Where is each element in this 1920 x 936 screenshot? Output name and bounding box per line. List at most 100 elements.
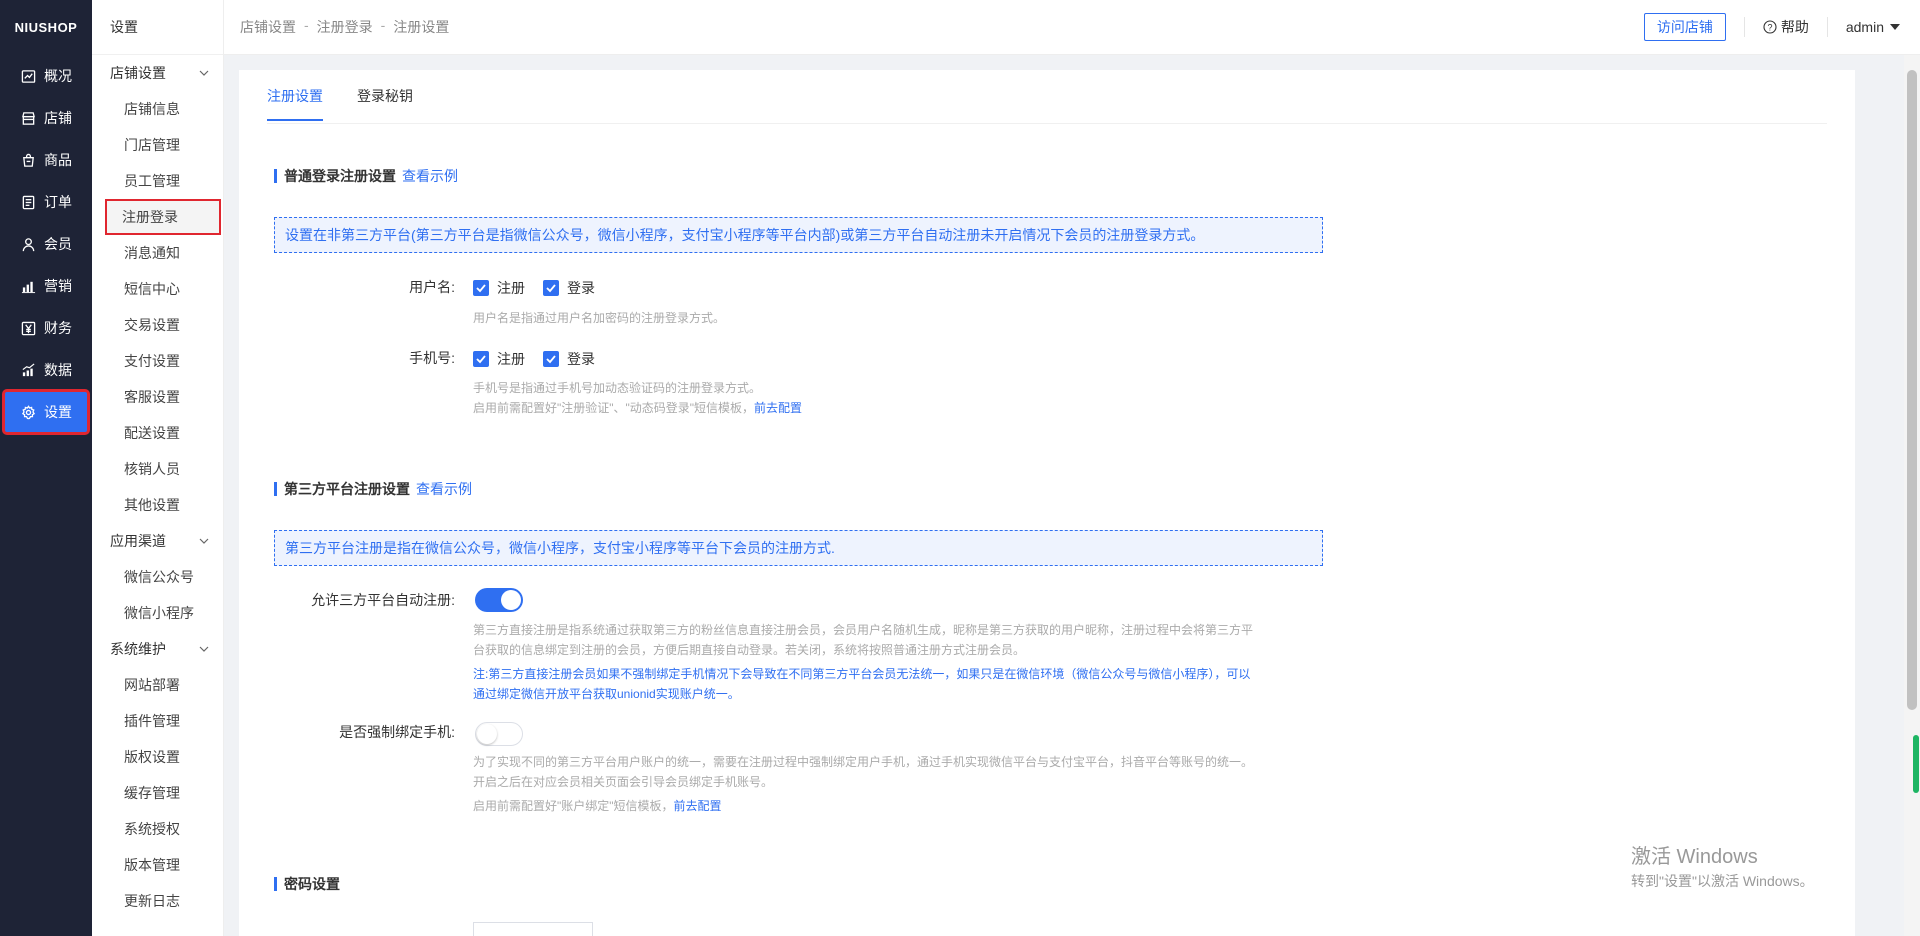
breadcrumb-separator: - — [304, 17, 309, 33]
password-length-input[interactable] — [473, 922, 593, 936]
username-login-checkbox[interactable]: 登录 — [543, 278, 595, 298]
group-label: 店铺设置 — [110, 65, 166, 81]
tab-divider — [267, 123, 1827, 124]
nav-item-overview[interactable]: 概况 — [0, 55, 92, 97]
sub-menu: 设置 店铺设置 店铺信息 门店管理 员工管理 注册登录 消息通知 短信中心 交易… — [92, 0, 224, 936]
checkbox-checked-icon — [473, 351, 489, 367]
sub-item-plugins[interactable]: 插件管理 — [92, 703, 223, 739]
info-tip: 第三方平台注册是指在微信公众号，微信小程序，支付宝小程序等平台下会员的注册方式. — [274, 530, 1323, 566]
nav-item-order[interactable]: 订单 — [0, 181, 92, 223]
scrollbar-thumb[interactable] — [1907, 70, 1917, 710]
user-menu[interactable]: admin — [1846, 19, 1900, 35]
sub-item-store-info[interactable]: 店铺信息 — [92, 91, 223, 127]
sub-item-version[interactable]: 版本管理 — [92, 847, 223, 883]
force-bind-help-2: 开启之后在对应会员相关页面会引导会员绑定手机账号。 — [473, 775, 774, 789]
section-title-password: 密码设置 — [274, 874, 340, 894]
sub-item-license[interactable]: 系统授权 — [92, 811, 223, 847]
nav-label: 设置 — [44, 404, 72, 420]
top-bar: 店铺设置 - 注册登录 - 注册设置 访问店铺 ? 帮助 admin — [224, 0, 1920, 55]
finance-icon — [20, 320, 36, 336]
sub-item-verifier[interactable]: 核销人员 — [92, 451, 223, 487]
nav-label: 概况 — [44, 68, 72, 84]
breadcrumb-item[interactable]: 注册登录 — [317, 17, 373, 37]
breadcrumb-item: 注册设置 — [393, 19, 450, 35]
go-config-link[interactable]: 前去配置 — [674, 799, 722, 813]
nav-item-marketing[interactable]: 营销 — [0, 265, 92, 307]
visit-store-button[interactable]: 访问店铺 — [1643, 13, 1726, 41]
sub-item-trade[interactable]: 交易设置 — [92, 307, 223, 343]
username-label: 用户名: — [409, 279, 455, 295]
group-channels[interactable]: 应用渠道 — [92, 523, 223, 559]
logo: NIUSHOP — [14, 20, 78, 35]
mobile-options: 注册 登录 — [473, 349, 595, 369]
sub-menu-title: 设置 — [92, 0, 223, 55]
nav-label: 订单 — [44, 194, 72, 210]
nav-item-product[interactable]: 商品 — [0, 139, 92, 181]
tab-bar: 注册设置 登录秘钥 — [267, 86, 413, 121]
page-scrollbar[interactable] — [1904, 55, 1920, 936]
go-config-link[interactable]: 前去配置 — [754, 401, 802, 415]
main-content: 注册设置 登录秘钥 普通登录注册设置 查看示例 设置在非第三方平台(第三方平台是… — [239, 70, 1855, 936]
view-example-link[interactable]: 查看示例 — [416, 479, 472, 499]
group-label: 系统维护 — [110, 641, 166, 657]
breadcrumb: 店铺设置 - 注册登录 - 注册设置 — [240, 17, 449, 37]
group-store-settings[interactable]: 店铺设置 — [92, 55, 223, 91]
nav-item-member[interactable]: 会员 — [0, 223, 92, 265]
windows-activation-watermark: 激活 Windows 转到"设置"以激活 Windows。 — [1631, 840, 1814, 891]
auto-register-help-2: 台获取的信息绑定到注册的会员，方便后期直接自动登录。若关闭，系统将按照普通注册方… — [473, 643, 1026, 657]
main-nav: NIUSHOP 概况 店铺 商品 订单 会员 营销 财务 数据 设置 — [0, 0, 92, 936]
nav-item-settings[interactable]: 设置 — [2, 389, 90, 435]
sub-item-payment[interactable]: 支付设置 — [92, 343, 223, 379]
checkbox-checked-icon — [543, 280, 559, 296]
sub-item-other[interactable]: 其他设置 — [92, 487, 223, 523]
sub-item-service[interactable]: 客服设置 — [92, 379, 223, 415]
tab-login-secret[interactable]: 登录秘钥 — [357, 86, 413, 121]
sub-item-delivery[interactable]: 配送设置 — [92, 415, 223, 451]
info-tip: 设置在非第三方平台(第三方平台是指微信公众号，微信小程序，支付宝小程序等平台内部… — [274, 217, 1323, 253]
mobile-register-checkbox[interactable]: 注册 — [473, 349, 525, 369]
nav-item-data[interactable]: 数据 — [0, 349, 92, 391]
sub-item-register-login[interactable]: 注册登录 — [105, 199, 221, 235]
auto-register-note-2: 通过绑定微信开放平台获取unionid实现账户统一。 — [473, 687, 740, 701]
breadcrumb-item[interactable]: 店铺设置 — [240, 17, 296, 37]
order-icon — [20, 194, 36, 210]
sub-item-staff[interactable]: 员工管理 — [92, 163, 223, 199]
nav-label: 财务 — [44, 320, 72, 336]
store-icon — [20, 110, 36, 126]
checkbox-checked-icon — [543, 351, 559, 367]
sub-item-deploy[interactable]: 网站部署 — [92, 667, 223, 703]
marketing-icon — [20, 278, 36, 294]
username-options: 注册 登录 — [473, 278, 595, 298]
auto-register-label: 允许三方平台自动注册: — [311, 592, 455, 608]
view-example-link[interactable]: 查看示例 — [402, 166, 458, 186]
group-system[interactable]: 系统维护 — [92, 631, 223, 667]
sub-item-wechat-miniapp[interactable]: 微信小程序 — [92, 595, 223, 631]
help-link[interactable]: ? 帮助 — [1763, 17, 1809, 37]
section-title-third-party: 第三方平台注册设置 查看示例 — [274, 479, 472, 499]
data-icon — [20, 362, 36, 378]
sub-item-message[interactable]: 消息通知 — [92, 235, 223, 271]
checkbox-label: 注册 — [497, 351, 525, 367]
section-title-text: 第三方平台注册设置 — [284, 481, 410, 497]
nav-item-store[interactable]: 店铺 — [0, 97, 92, 139]
sub-item-copyright[interactable]: 版权设置 — [92, 739, 223, 775]
username-help: 用户名是指通过用户名加密码的注册登录方式。 — [473, 311, 726, 325]
product-icon — [20, 152, 36, 168]
sub-item-wechat-mp[interactable]: 微信公众号 — [92, 559, 223, 595]
mobile-login-checkbox[interactable]: 登录 — [543, 349, 595, 369]
section-title-text: 普通登录注册设置 — [284, 168, 396, 184]
sub-item-store-manage[interactable]: 门店管理 — [92, 127, 223, 163]
member-icon — [20, 236, 36, 252]
help-text: 启用前需配置好"注册验证"、"动态码登录"短信模板， — [473, 401, 755, 415]
auto-register-switch[interactable] — [475, 588, 523, 612]
tab-register-settings[interactable]: 注册设置 — [267, 86, 323, 121]
divider — [1826, 17, 1828, 37]
watermark-line-2: 转到"设置"以激活 Windows。 — [1631, 873, 1814, 889]
force-bind-switch[interactable] — [475, 722, 523, 746]
nav-item-finance[interactable]: 财务 — [0, 307, 92, 349]
sub-item-sms[interactable]: 短信中心 — [92, 271, 223, 307]
sub-item-cache[interactable]: 缓存管理 — [92, 775, 223, 811]
sub-item-changelog[interactable]: 更新日志 — [92, 883, 223, 919]
username-register-checkbox[interactable]: 注册 — [473, 278, 525, 298]
chevron-down-icon — [199, 70, 209, 76]
